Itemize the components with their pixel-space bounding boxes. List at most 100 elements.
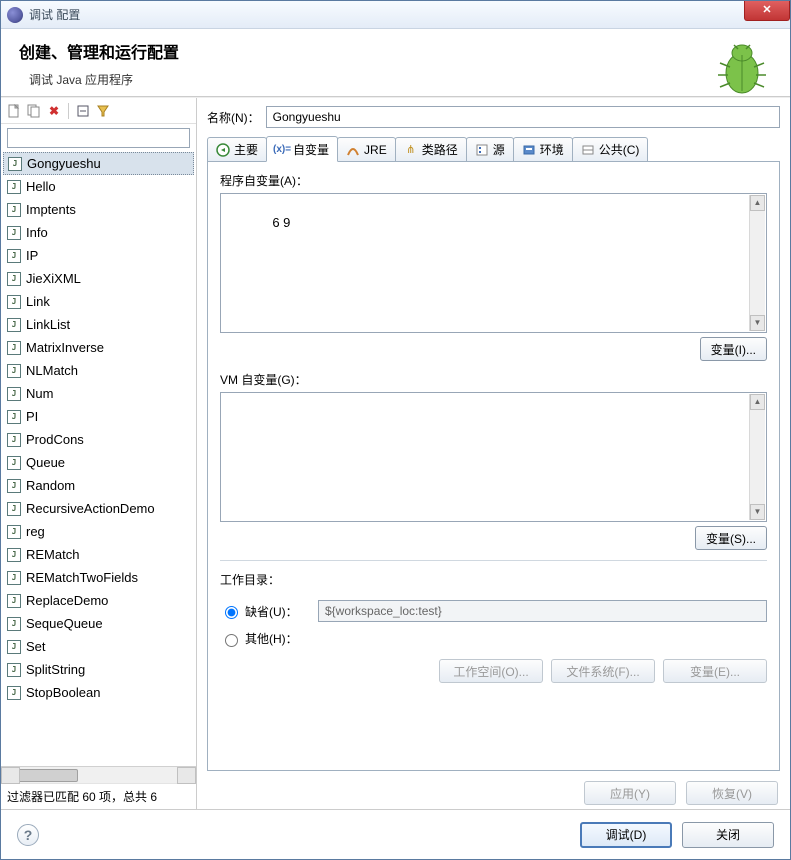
java-app-icon: J [7, 594, 21, 608]
name-input[interactable] [266, 106, 780, 128]
java-app-icon: J [7, 249, 21, 263]
list-item[interactable]: JImptents [3, 198, 194, 221]
tab-label: 源 [493, 141, 505, 158]
list-item-label: SequeQueue [26, 616, 103, 631]
workdir-buttons: 工作空间(O)... 文件系统(F)... 变量(E)... [220, 659, 767, 683]
working-directory-group: 工作目录： 缺省(U)： 其他(H)： [220, 560, 767, 683]
list-item-label: Hello [26, 179, 56, 194]
delete-config-button[interactable]: ✖ [45, 102, 63, 120]
header-title: 创建、管理和运行配置 [19, 39, 772, 63]
duplicate-config-button[interactable] [25, 102, 43, 120]
vm-args-textarea[interactable]: ▲ ▼ [220, 392, 767, 522]
scroll-down-icon[interactable]: ▼ [750, 504, 765, 520]
list-item[interactable]: JInfo [3, 221, 194, 244]
tab-icon [216, 143, 230, 157]
scroll-up-icon[interactable]: ▲ [750, 394, 765, 410]
workdir-default-text: 缺省(U)： [245, 603, 298, 620]
program-args-scrollbar[interactable]: ▲ ▼ [749, 195, 765, 331]
scrollbar-thumb[interactable] [18, 769, 78, 782]
variables-button[interactable]: 变量(E)... [663, 659, 767, 683]
list-item[interactable]: JReplaceDemo [3, 589, 194, 612]
list-item[interactable]: JStopBoolean [3, 681, 194, 704]
close-button[interactable]: 关闭 [682, 822, 774, 848]
program-args-textarea[interactable]: 6 9 ▲ ▼ [220, 193, 767, 333]
list-item-label: Info [26, 225, 48, 240]
list-item[interactable]: JIP [3, 244, 194, 267]
config-tabbar: 主要 (x)=自变量JRE⋔类路径 源 环境公共(C) [207, 136, 780, 162]
revert-button[interactable]: 恢复(V) [686, 781, 778, 805]
java-app-icon: J [7, 548, 21, 562]
workdir-default-radio-label[interactable]: 缺省(U)： [220, 603, 310, 620]
window-close-button[interactable]: ✕ [744, 1, 790, 21]
java-app-icon: J [7, 180, 21, 194]
java-app-icon: J [7, 663, 21, 677]
apply-button[interactable]: 应用(Y) [584, 781, 676, 805]
filter-button[interactable] [94, 102, 112, 120]
workdir-other-radio-label[interactable]: 其他(H)： [220, 630, 310, 647]
list-item[interactable]: JQueue [3, 451, 194, 474]
list-item[interactable]: JLink [3, 290, 194, 313]
tab-label: 环境 [540, 141, 564, 158]
tab-类路径[interactable]: ⋔类路径 [395, 137, 467, 161]
dialog-header: 创建、管理和运行配置 调试 Java 应用程序 [1, 29, 790, 97]
list-item[interactable]: J Set [3, 635, 194, 658]
list-item[interactable]: JJieXiXML [3, 267, 194, 290]
list-item-label: LinkList [26, 317, 70, 332]
list-item-label: PI [26, 409, 38, 424]
list-item[interactable]: J Hello [3, 175, 194, 198]
tab-自变量[interactable]: (x)=自变量 [266, 136, 338, 162]
list-item[interactable]: JRecursiveActionDemo [3, 497, 194, 520]
tab-icon [475, 143, 489, 157]
java-app-icon: J [7, 410, 21, 424]
program-args-value: 6 9 [272, 215, 290, 230]
tab-环境[interactable]: 环境 [513, 137, 573, 161]
workspace-button[interactable]: 工作空间(O)... [439, 659, 543, 683]
program-args-variables-button[interactable]: 变量(I)... [700, 337, 767, 361]
java-app-icon: J [7, 295, 21, 309]
list-item[interactable]: JRandom [3, 474, 194, 497]
vm-args-variables-button[interactable]: 变量(S)... [695, 526, 767, 550]
list-item[interactable]: JMatrixInverse [3, 336, 194, 359]
new-config-button[interactable] [5, 102, 23, 120]
window-title: 调试 配置 [29, 6, 80, 23]
tab-源[interactable]: 源 [466, 137, 514, 161]
workdir-other-text: 其他(H)： [245, 630, 298, 647]
debug-button[interactable]: 调试(D) [580, 822, 672, 848]
program-args-label: 程序自变量(A)： [220, 172, 767, 189]
help-icon[interactable]: ? [17, 824, 39, 846]
config-list[interactable]: JGongyueshuJHelloJImptentsJInfoJIPJJieXi… [1, 152, 196, 766]
config-tree-panel: ✖ JGongyueshuJHelloJImptentsJInfoJIPJJie… [1, 98, 197, 809]
list-item-label: reg [26, 524, 45, 539]
scroll-up-icon[interactable]: ▲ [750, 195, 765, 211]
scroll-down-icon[interactable]: ▼ [750, 315, 765, 331]
workdir-default-radio[interactable] [225, 606, 238, 619]
list-item-label: Set [26, 639, 46, 654]
program-args-group: 程序自变量(A)： 6 9 ▲ ▼ 变量(I)... [220, 172, 767, 361]
list-item[interactable]: JGongyueshu [3, 152, 194, 175]
horizontal-scrollbar[interactable] [1, 766, 196, 783]
tab-公共(C)[interactable]: 公共(C) [572, 137, 649, 161]
list-item[interactable]: JREMatchTwoFields [3, 566, 194, 589]
list-item[interactable]: JNLMatch [3, 359, 194, 382]
list-item[interactable]: JSplitString [3, 658, 194, 681]
tab-主要[interactable]: 主要 [207, 137, 267, 161]
workdir-other-radio[interactable] [225, 634, 238, 647]
java-app-icon: J [7, 640, 21, 654]
list-item-label: JieXiXML [26, 271, 81, 286]
list-item[interactable]: JProdCons [3, 428, 194, 451]
list-item[interactable]: JLinkList [3, 313, 194, 336]
tab-label: 主要 [234, 141, 258, 158]
filesystem-button[interactable]: 文件系统(F)... [551, 659, 655, 683]
list-item[interactable]: JREMatch [3, 543, 194, 566]
list-item-label: MatrixInverse [26, 340, 104, 355]
list-item[interactable]: Jreg [3, 520, 194, 543]
list-item[interactable]: JSequeQueue [3, 612, 194, 635]
collapse-all-button[interactable] [74, 102, 92, 120]
vm-args-scrollbar[interactable]: ▲ ▼ [749, 394, 765, 520]
filter-input[interactable] [7, 128, 190, 148]
tab-icon [581, 143, 595, 157]
list-item[interactable]: JNum [3, 382, 194, 405]
list-item-label: Random [26, 478, 75, 493]
list-item[interactable]: J PI [3, 405, 194, 428]
tab-JRE[interactable]: JRE [337, 137, 396, 161]
